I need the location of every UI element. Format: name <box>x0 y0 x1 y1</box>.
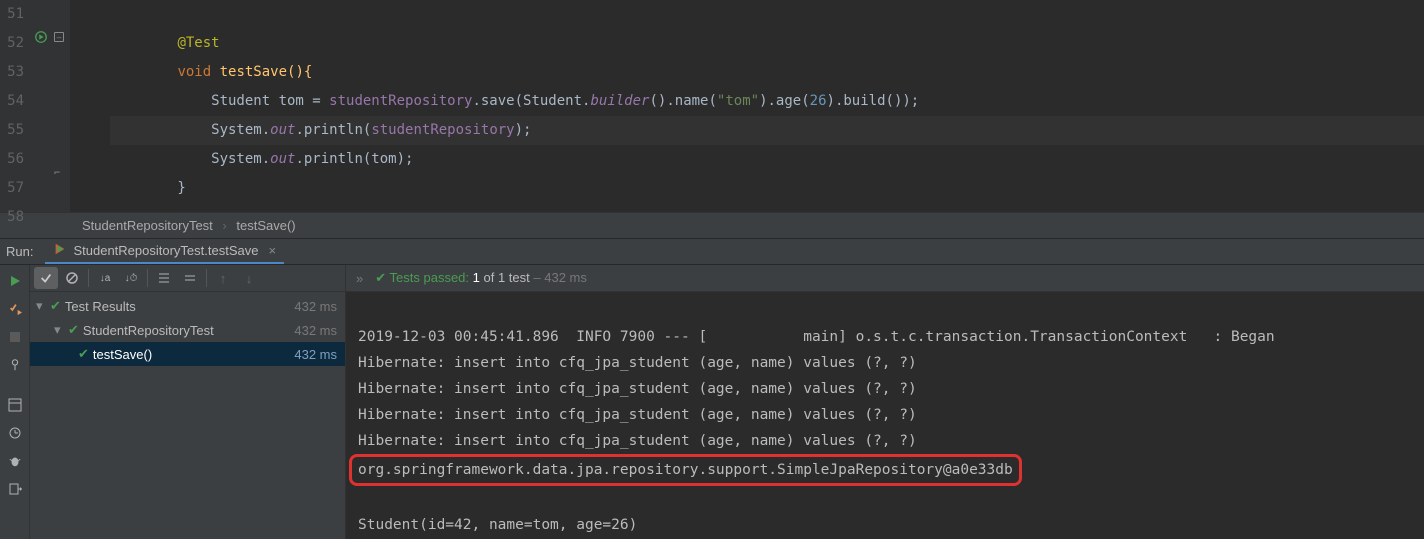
console-line: 2019-12-03 00:45:41.896 INFO 7900 --- [ … <box>358 329 1275 345</box>
history-button[interactable] <box>5 423 25 443</box>
pin-button[interactable] <box>5 355 25 375</box>
console-line: Hibernate: insert into cfq_jpa_student (… <box>358 355 917 371</box>
more-icon[interactable]: » <box>356 271 363 286</box>
sort-alpha-button[interactable]: ↓a <box>93 267 117 289</box>
line-numbers-gutter: 51 52 53 54 55 56 57 58 <box>0 0 30 212</box>
passed-icon: ✔ <box>50 298 61 314</box>
annotation: @Test <box>177 35 219 51</box>
expand-arrow-icon[interactable]: ▾ <box>36 298 48 314</box>
collapse-all-button[interactable] <box>178 267 202 289</box>
test-tree[interactable]: ▾ ✔ Test Results 432 ms ▾ ✔ StudentRepos… <box>30 292 345 366</box>
sort-duration-button[interactable]: ↓⏱ <box>119 267 143 289</box>
close-tab-icon[interactable]: × <box>268 243 276 258</box>
console-toolbar: » ✔ Tests passed: 1 of 1 test – 432 ms <box>346 265 1424 292</box>
test-icon <box>53 242 67 259</box>
test-summary: ✔ Tests passed: 1 of 1 test – 432 ms <box>375 270 587 286</box>
code-content[interactable]: @Test void testSave(){ Student tom = stu… <box>70 0 1424 212</box>
current-line: System.out.println(studentRepository); <box>110 116 1424 145</box>
run-label: Run: <box>0 244 45 259</box>
show-ignored-button[interactable] <box>60 267 84 289</box>
code-editor[interactable]: 51 52 53 54 55 56 57 58 – ⌐ @Test void t… <box>0 0 1424 212</box>
next-failed-button[interactable]: ↓ <box>237 267 261 289</box>
run-left-toolbar <box>0 265 30 539</box>
toggle-auto-test-button[interactable] <box>5 299 25 319</box>
passed-icon: ✔ <box>68 322 79 338</box>
console-line: Hibernate: insert into cfq_jpa_student (… <box>358 381 917 397</box>
tree-root[interactable]: ▾ ✔ Test Results 432 ms <box>30 294 345 318</box>
show-passed-button[interactable] <box>34 267 58 289</box>
passed-check-icon: ✔ <box>375 270 386 285</box>
passed-icon: ✔ <box>78 346 89 362</box>
exit-button[interactable] <box>5 479 25 499</box>
test-tree-panel: ↓a ↓⏱ ↑ ↓ ▾ ✔ Test Results 432 ms ▾ ✔ St… <box>30 265 346 539</box>
tree-class[interactable]: ▾ ✔ StudentRepositoryTest 432 ms <box>30 318 345 342</box>
run-configuration-tab[interactable]: StudentRepositoryTest.testSave × <box>45 239 284 264</box>
gutter-icons: – ⌐ <box>30 0 70 212</box>
layout-button[interactable] <box>5 395 25 415</box>
debug-bug-icon[interactable] <box>5 451 25 471</box>
rerun-button[interactable] <box>5 271 25 291</box>
console-line: Hibernate: insert into cfq_jpa_student (… <box>358 433 917 449</box>
test-tree-toolbar: ↓a ↓⏱ ↑ ↓ <box>30 265 345 292</box>
stop-button[interactable] <box>5 327 25 347</box>
prev-failed-button[interactable]: ↑ <box>211 267 235 289</box>
console-output[interactable]: 2019-12-03 00:45:41.896 INFO 7900 --- [ … <box>346 292 1424 539</box>
run-test-gutter-icon[interactable] <box>34 30 48 48</box>
console-line-highlighted: org.springframework.data.jpa.repository.… <box>349 454 1022 486</box>
console-line: Student(id=42, name=tom, age=26) <box>358 517 637 533</box>
fold-open-icon[interactable]: – <box>54 32 64 42</box>
expand-arrow-icon[interactable]: ▾ <box>54 322 66 338</box>
tree-test-method[interactable]: ✔ testSave() 432 ms <box>30 342 345 366</box>
run-tool-header: Run: StudentRepositoryTest.testSave × <box>0 238 1424 265</box>
expand-all-button[interactable] <box>152 267 176 289</box>
console-line: Hibernate: insert into cfq_jpa_student (… <box>358 407 917 423</box>
fold-close-icon[interactable]: ⌐ <box>54 168 64 178</box>
